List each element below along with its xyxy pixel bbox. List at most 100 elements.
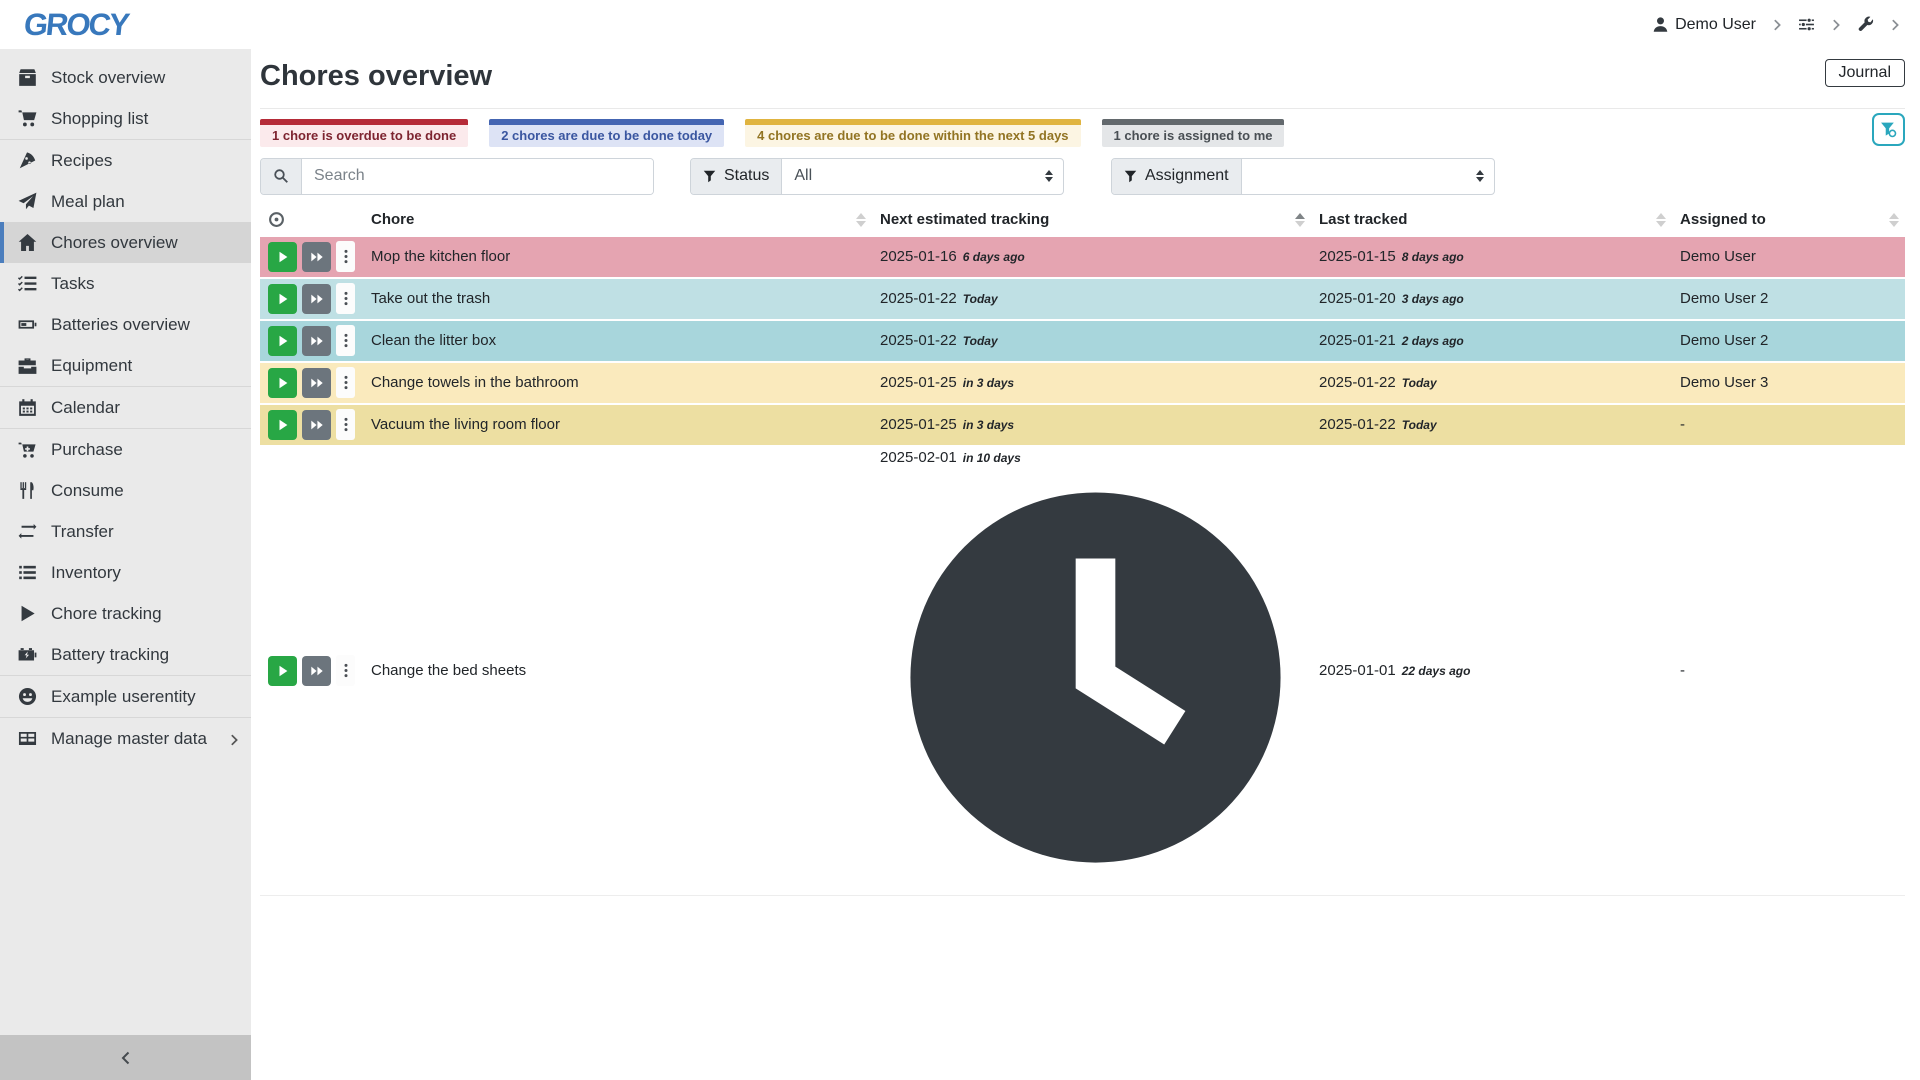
search-input[interactable] xyxy=(302,159,653,194)
sidebar-item-shopping-list[interactable]: Shopping list xyxy=(0,98,251,139)
next-tracking-cell: 2025-02-01in 10 days xyxy=(872,446,1311,896)
user-menu[interactable]: Demo User xyxy=(1652,16,1756,34)
chevron-right-icon[interactable] xyxy=(1770,18,1784,32)
skip-chore-button[interactable] xyxy=(302,284,331,314)
sidebar-item-recipes[interactable]: Recipes xyxy=(0,140,251,181)
sidebar-item-tasks[interactable]: Tasks xyxy=(0,263,251,304)
box-icon xyxy=(18,68,38,87)
status-filter-label: Status xyxy=(724,167,769,185)
sort-icon xyxy=(1889,213,1899,227)
chip-assigned-to-me[interactable]: 1 chore is assigned to me xyxy=(1102,119,1285,147)
track-chore-button[interactable] xyxy=(268,242,297,272)
chore-name[interactable]: Take out the trash xyxy=(363,278,872,320)
sidebar-item-example-userentity[interactable]: Example userentity xyxy=(0,676,251,717)
sort-icon xyxy=(1656,213,1666,227)
sidebar-item-battery-tracking[interactable]: Battery tracking xyxy=(0,634,251,675)
column-header-last-tracked[interactable]: Last tracked xyxy=(1311,205,1672,236)
search-icon xyxy=(261,159,302,194)
sidebar-item-stock-overview[interactable]: Stock overview xyxy=(0,57,251,98)
chore-name[interactable]: Change towels in the bathroom xyxy=(363,362,872,404)
play-icon xyxy=(18,604,38,623)
skip-chore-button[interactable] xyxy=(302,326,331,356)
chore-name[interactable]: Vacuum the living room floor xyxy=(363,404,872,446)
funnel-icon xyxy=(1124,170,1137,183)
skip-chore-button[interactable] xyxy=(302,368,331,398)
chip-overdue[interactable]: 1 chore is overdue to be done xyxy=(260,119,468,147)
skip-chore-button[interactable] xyxy=(302,242,331,272)
sidebar-item-purchase[interactable]: Purchase xyxy=(0,429,251,470)
sidebar-collapse-toggle[interactable] xyxy=(0,1035,251,1080)
toolbox-icon xyxy=(18,356,38,375)
track-chore-button[interactable] xyxy=(268,284,297,314)
sidebar-item-label: Chore tracking xyxy=(51,604,162,624)
row-menu-button[interactable] xyxy=(336,655,355,686)
sidebar-item-chore-tracking[interactable]: Chore tracking xyxy=(0,593,251,634)
sidebar-item-label: Batteries overview xyxy=(51,315,190,335)
next-tracking-cell: 2025-01-25in 3 days xyxy=(872,404,1311,446)
sidebar-item-meal-plan[interactable]: Meal plan xyxy=(0,181,251,222)
sidebar-item-consume[interactable]: Consume xyxy=(0,470,251,511)
row-menu-button[interactable] xyxy=(336,367,355,398)
relative-time: Today xyxy=(1402,376,1437,390)
assigned-to-cell: Demo User 2 xyxy=(1672,278,1905,320)
track-chore-button[interactable] xyxy=(268,410,297,440)
row-menu-button[interactable] xyxy=(336,241,355,272)
chore-name[interactable]: Clean the litter box xyxy=(363,320,872,362)
grocy-logo[interactable]: GROCY xyxy=(22,7,129,43)
last-tracked-cell: 2025-01-0122 days ago xyxy=(1311,446,1672,896)
column-header-assigned-to[interactable]: Assigned to xyxy=(1672,205,1905,236)
column-header-chore[interactable]: Chore xyxy=(363,205,872,236)
summary-chips-row: 1 chore is overdue to be done 2 chores a… xyxy=(260,119,1905,147)
filters-row: Status All Assignment xyxy=(260,158,1905,195)
relative-time: Today xyxy=(1402,418,1437,432)
clear-filter-button[interactable] xyxy=(1872,113,1905,146)
chevron-right-icon[interactable] xyxy=(1888,18,1902,32)
status-filter: Status All xyxy=(690,158,1064,195)
last-tracked-cell: 2025-01-203 days ago xyxy=(1311,278,1672,320)
chore-name[interactable]: Mop the kitchen floor xyxy=(363,236,872,278)
column-header-next-estimated-tracking[interactable]: Next estimated tracking xyxy=(872,205,1311,236)
row-menu-button[interactable] xyxy=(336,409,355,440)
last-tracked-cell: 2025-01-212 days ago xyxy=(1311,320,1672,362)
sidebar-item-equipment[interactable]: Equipment xyxy=(0,345,251,386)
track-chore-button[interactable] xyxy=(268,368,297,398)
exchange-arrows-icon xyxy=(18,522,38,541)
pizza-icon xyxy=(18,151,38,170)
page-title: Chores overview xyxy=(260,59,492,94)
chip-label: 4 chores are due to be done within the n… xyxy=(745,125,1080,147)
journal-button[interactable]: Journal xyxy=(1825,59,1905,87)
next-tracking-cell: 2025-01-22Today xyxy=(872,320,1311,362)
status-select[interactable]: All xyxy=(782,159,1063,194)
track-chore-button[interactable] xyxy=(268,326,297,356)
skip-chore-button[interactable] xyxy=(302,656,331,686)
sidebar-item-calendar[interactable]: Calendar xyxy=(0,387,251,428)
relative-time: 3 days ago xyxy=(1402,292,1464,306)
sidebar-item-batteries-overview[interactable]: Batteries overview xyxy=(0,304,251,345)
chore-name[interactable]: Change the bed sheets xyxy=(363,446,872,896)
table-header-row: Chore Next estimated tracking Last track… xyxy=(260,205,1905,236)
eye-icon xyxy=(268,211,285,228)
skip-chore-button[interactable] xyxy=(302,410,331,440)
home-icon xyxy=(18,233,38,252)
sidebar-item-inventory[interactable]: Inventory xyxy=(0,552,251,593)
table-row: Mop the kitchen floor 2025-01-166 days a… xyxy=(260,236,1905,278)
row-menu-button[interactable] xyxy=(336,325,355,356)
sidebar-item-chores-overview[interactable]: Chores overview xyxy=(0,222,251,263)
assignment-select[interactable] xyxy=(1242,159,1494,194)
paper-plane-icon xyxy=(18,192,38,211)
relative-time: Today xyxy=(963,292,998,306)
wrench-icon[interactable] xyxy=(1857,16,1874,33)
sidebar-item-label: Recipes xyxy=(51,151,112,171)
cart-plus-icon xyxy=(18,440,38,459)
sidebar-item-label: Chores overview xyxy=(51,233,178,253)
chevron-right-icon[interactable] xyxy=(1829,18,1843,32)
sidebar-item-label: Stock overview xyxy=(51,68,165,88)
sidebar-item-label: Battery tracking xyxy=(51,645,169,665)
chip-due-today[interactable]: 2 chores are due to be done today xyxy=(489,119,724,147)
chip-due-soon[interactable]: 4 chores are due to be done within the n… xyxy=(745,119,1080,147)
row-menu-button[interactable] xyxy=(336,283,355,314)
track-chore-button[interactable] xyxy=(268,656,297,686)
sidebar-item-transfer[interactable]: Transfer xyxy=(0,511,251,552)
sidebar-item-manage-master-data[interactable]: Manage master data xyxy=(0,718,251,759)
sliders-icon[interactable] xyxy=(1798,16,1815,33)
